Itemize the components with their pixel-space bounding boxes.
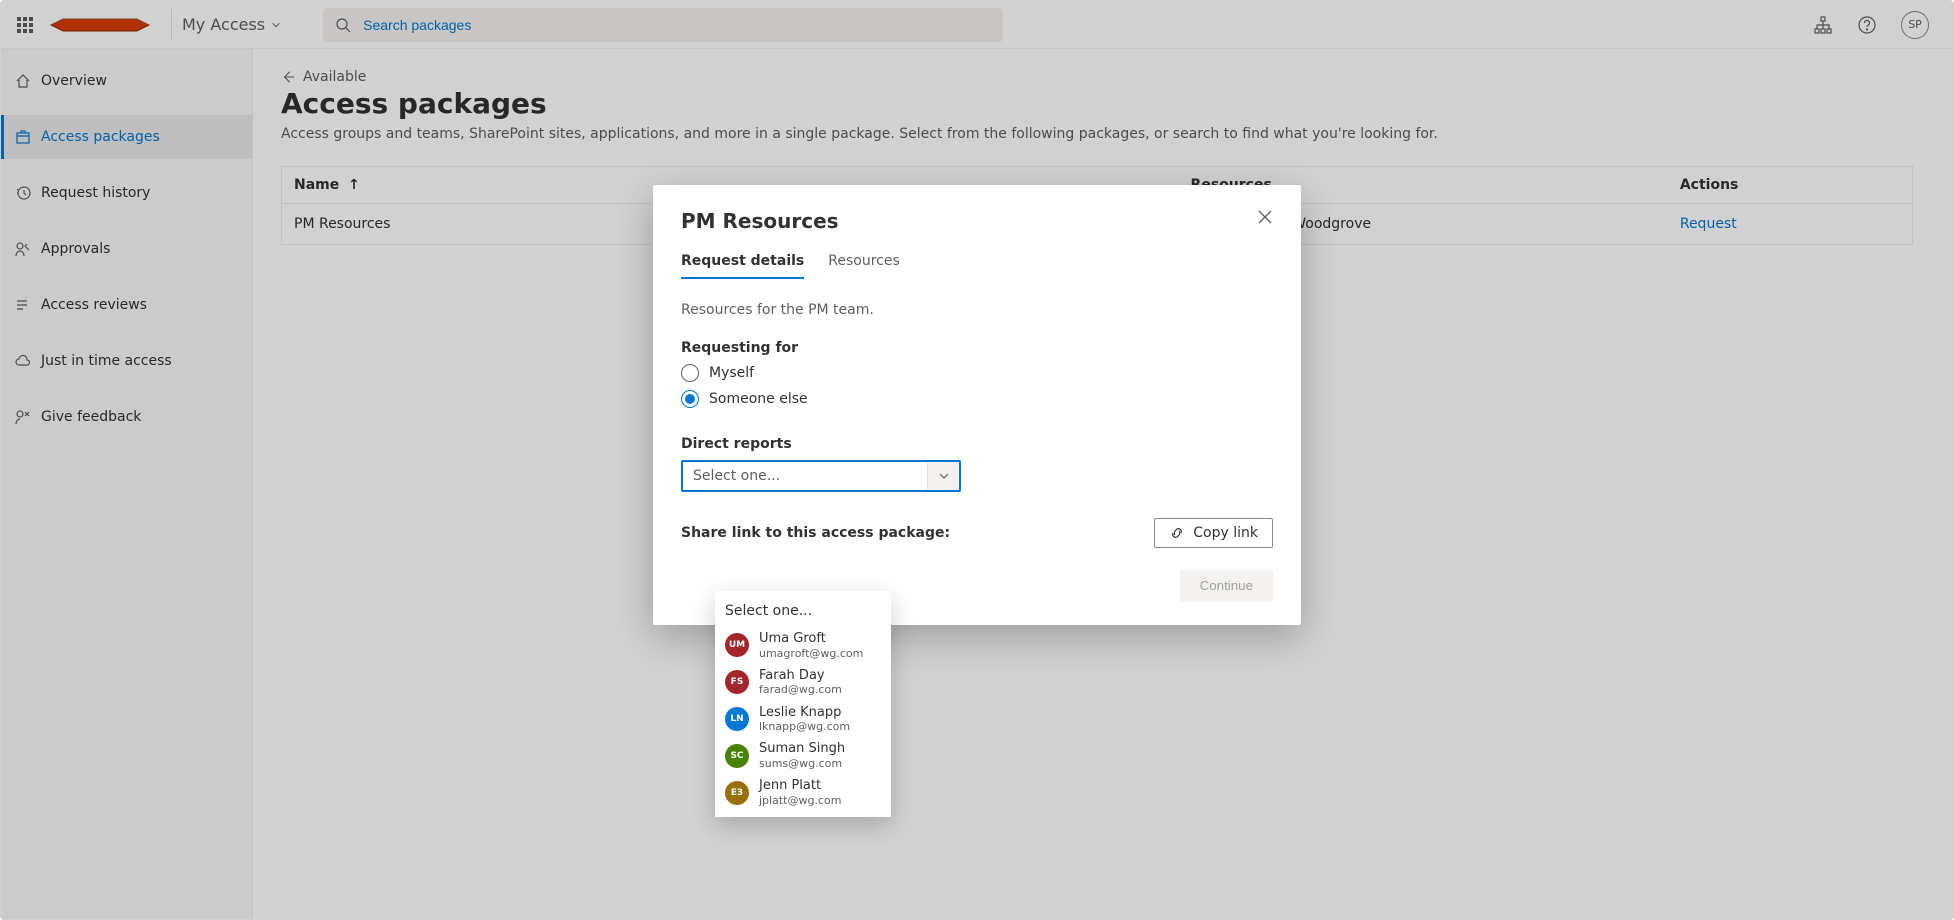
persona-coin: UM [725, 633, 749, 657]
dropdown-person[interactable]: LN Leslie Knapplknapp@wg.com [715, 701, 891, 738]
radio-icon [681, 390, 699, 408]
direct-reports-dropdown: Select one... UM Uma Groftumagroft@wg.com… [715, 591, 891, 817]
persona-coin: SC [725, 744, 749, 768]
close-icon[interactable] [1257, 209, 1273, 225]
continue-button: Continue [1180, 570, 1273, 601]
dropdown-person[interactable]: FS Farah Dayfarad@wg.com [715, 664, 891, 701]
dropdown-person[interactable]: SC Suman Singhsums@wg.com [715, 737, 891, 774]
tab-request-details[interactable]: Request details [681, 253, 804, 279]
radio-icon [681, 364, 699, 382]
persona-coin: E3 [725, 781, 749, 805]
persona-coin: FS [725, 670, 749, 694]
combo-chevron[interactable] [927, 462, 959, 490]
person-name: Farah Day [759, 668, 842, 684]
direct-reports-label: Direct reports [681, 436, 1273, 452]
share-label: Share link to this access package: [681, 525, 950, 541]
modal-tabs: Request details Resources [681, 253, 1273, 280]
tab-resources[interactable]: Resources [828, 253, 900, 279]
person-email: farad@wg.com [759, 683, 842, 696]
modal-description: Resources for the PM team. [681, 302, 1273, 318]
dropdown-header[interactable]: Select one... [715, 595, 891, 627]
requesting-for-label: Requesting for [681, 340, 1273, 356]
dropdown-person[interactable]: UM Uma Groftumagroft@wg.com [715, 627, 891, 664]
radio-myself[interactable]: Myself [681, 364, 1273, 382]
request-modal: PM Resources Request details Resources R… [653, 185, 1301, 625]
dropdown-person[interactable]: E3 Jenn Plattjplatt@wg.com [715, 774, 891, 811]
person-email: jplatt@wg.com [759, 794, 841, 807]
person-email: lknapp@wg.com [759, 720, 850, 733]
radio-someone-else[interactable]: Someone else [681, 390, 1273, 408]
person-name: Jenn Platt [759, 778, 841, 794]
combo-placeholder: Select one... [683, 462, 927, 490]
link-icon [1169, 525, 1185, 541]
person-name: Suman Singh [759, 741, 845, 757]
direct-reports-combo[interactable]: Select one... [681, 460, 961, 492]
person-name: Uma Groft [759, 631, 863, 647]
chevron-down-icon [938, 470, 950, 482]
persona-coin: LN [725, 707, 749, 731]
person-email: sums@wg.com [759, 757, 845, 770]
modal-title: PM Resources [681, 209, 839, 233]
person-email: umagroft@wg.com [759, 647, 863, 660]
copy-link-button[interactable]: Copy link [1154, 518, 1273, 548]
person-name: Leslie Knapp [759, 705, 850, 721]
